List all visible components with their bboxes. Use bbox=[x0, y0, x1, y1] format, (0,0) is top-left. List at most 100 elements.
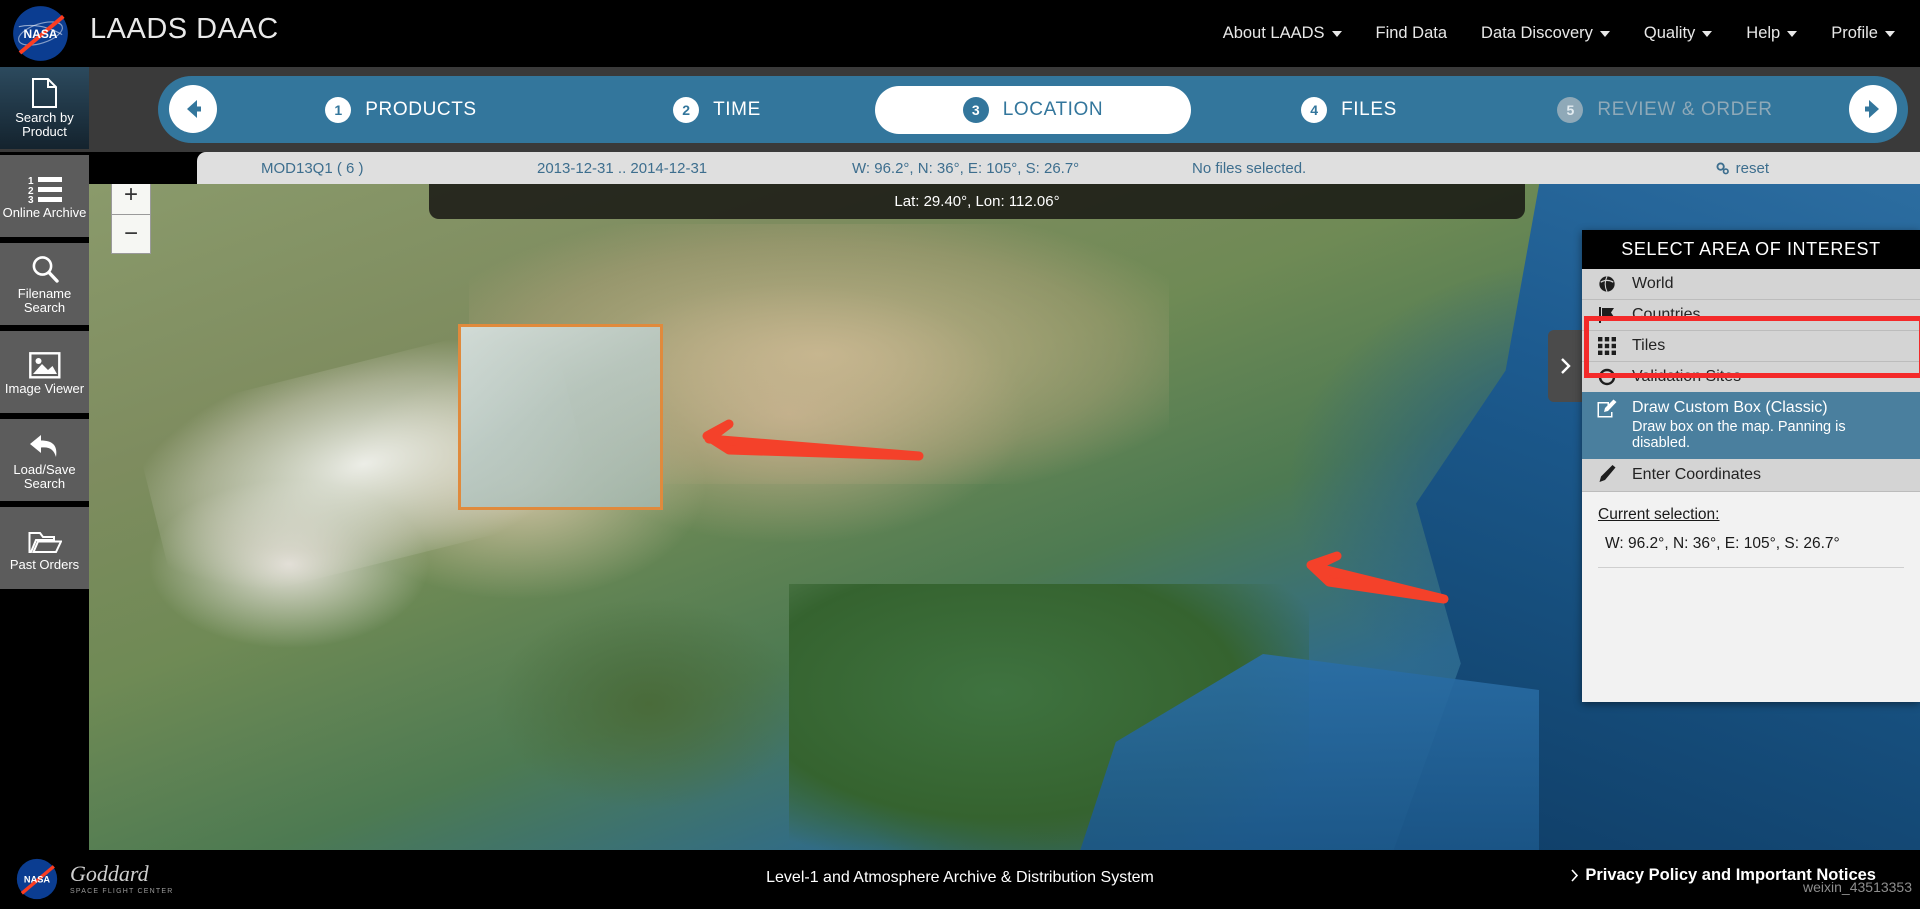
folder-open-icon bbox=[28, 525, 62, 555]
chevron-down-icon bbox=[1331, 30, 1342, 37]
zoom-in-button[interactable]: + bbox=[111, 184, 151, 214]
sidebar-item-online-archive[interactable]: 1 2 3 Online Archive bbox=[0, 155, 89, 237]
nav-label: Quality bbox=[1643, 24, 1696, 42]
step-number: 4 bbox=[1301, 96, 1328, 123]
wizard-steps: 1 PRODUCTS 2 TIME 3 LOCATION 4 FILES 5 R… bbox=[243, 76, 1823, 143]
chevron-down-icon bbox=[1787, 30, 1798, 37]
goddard-subtitle: SPACE FLIGHT CENTER bbox=[70, 888, 174, 895]
custom-aoi-box[interactable] bbox=[458, 324, 663, 510]
aoi-option-world[interactable]: World bbox=[1582, 269, 1920, 300]
nav-profile[interactable]: Profile bbox=[1814, 24, 1912, 43]
sidebar-item-filename-search[interactable]: Filename Search bbox=[0, 243, 89, 325]
sidebar-item-label: Filename Search bbox=[17, 285, 72, 315]
sidebar-item-label: Search by Product bbox=[15, 109, 74, 139]
nasa-meatball-logo[interactable]: NASA bbox=[12, 5, 69, 62]
chevron-right-icon bbox=[1561, 358, 1571, 374]
current-selection-value: W: 96.2°, N: 36°, E: 105°, S: 26.7° bbox=[1605, 535, 1840, 552]
summary-files[interactable]: No files selected. bbox=[1192, 160, 1306, 177]
pencil-square-icon bbox=[1596, 399, 1618, 426]
aoi-options-list: World Countries Tiles Validation Sites D… bbox=[1582, 269, 1920, 492]
sidebar-item-label: Load/Save Search bbox=[13, 461, 76, 491]
aoi-draw-title: Draw Custom Box (Classic) bbox=[1632, 399, 1828, 416]
sidebar-item-image-viewer[interactable]: Image Viewer bbox=[0, 331, 89, 413]
nav-quality[interactable]: Quality bbox=[1627, 24, 1729, 43]
wizard-forward-button[interactable] bbox=[1849, 85, 1897, 133]
sidebar-item-label: Online Archive bbox=[2, 204, 87, 220]
wizard-bar-background: 1 PRODUCTS 2 TIME 3 LOCATION 4 FILES 5 R… bbox=[0, 67, 1920, 152]
arrow-right-icon bbox=[1865, 100, 1879, 118]
grid-icon bbox=[1596, 337, 1618, 355]
summary-time[interactable]: 2013-12-31 .. 2014-12-31 bbox=[537, 160, 707, 177]
brand-title: LAADS DAAC bbox=[90, 13, 279, 45]
summary-product[interactable]: MOD13Q1 ( 6 ) bbox=[261, 160, 364, 177]
aoi-option-validation-sites-clipped[interactable]: Validation Sites bbox=[1582, 362, 1920, 392]
zoom-out-button[interactable]: − bbox=[111, 214, 151, 254]
step-number: 1 bbox=[325, 96, 352, 123]
nav-label: Help bbox=[1746, 24, 1781, 42]
aoi-option-validation-sites[interactable]: Validation Sites bbox=[1582, 362, 1920, 392]
reset-label: reset bbox=[1735, 159, 1769, 177]
map-zoom-controls: + − bbox=[111, 184, 151, 254]
sidebar-item-past-orders[interactable]: Past Orders bbox=[0, 507, 89, 589]
aoi-option-draw-custom-box[interactable]: Draw Custom Box (Classic) Draw box on th… bbox=[1582, 392, 1920, 459]
aoi-draw-text: Draw Custom Box (Classic) Draw box on th… bbox=[1632, 399, 1906, 451]
numbered-list-icon: 1 2 3 bbox=[28, 173, 62, 203]
selection-summary-bar: MOD13Q1 ( 6 ) 2013-12-31 .. 2014-12-31 W… bbox=[197, 152, 1920, 184]
chevron-down-icon bbox=[1599, 30, 1610, 37]
aoi-option-label: Enter Coordinates bbox=[1632, 466, 1761, 483]
summary-location[interactable]: W: 96.2°, N: 36°, E: 105°, S: 26.7° bbox=[852, 160, 1079, 177]
step-label: TIME bbox=[713, 98, 761, 120]
aoi-option-label: World bbox=[1632, 275, 1674, 292]
sidebar-item-label: Image Viewer bbox=[4, 380, 85, 396]
top-header: NASA LAADS DAAC About LAADS Find Data Da… bbox=[0, 0, 1920, 67]
picture-icon bbox=[28, 349, 61, 379]
arrow-left-icon bbox=[187, 100, 201, 118]
step-number: 5 bbox=[1557, 96, 1584, 123]
sidebar-item-load-save-search[interactable]: Load/Save Search bbox=[0, 419, 89, 501]
globe-icon bbox=[1596, 275, 1618, 293]
left-sidebar: Search by Product 1 2 3 Online Archive F… bbox=[0, 67, 89, 850]
wizard-step-review-order: 5 REVIEW & ORDER bbox=[1507, 87, 1823, 133]
svg-text:3: 3 bbox=[28, 195, 34, 203]
nav-find-data[interactable]: Find Data bbox=[1359, 24, 1465, 43]
aoi-option-label: Countries bbox=[1632, 306, 1701, 323]
step-number: 3 bbox=[962, 96, 989, 123]
step-label: PRODUCTS bbox=[365, 98, 477, 120]
undo-arrow-icon bbox=[28, 430, 62, 460]
aoi-panel-collapse-handle[interactable] bbox=[1548, 330, 1582, 402]
step-label: FILES bbox=[1341, 98, 1397, 120]
wizard-step-time[interactable]: 2 TIME bbox=[559, 87, 875, 133]
magnifier-icon bbox=[30, 254, 60, 284]
nav-about-laads[interactable]: About LAADS bbox=[1206, 24, 1359, 43]
circle-icon bbox=[1596, 368, 1618, 386]
wizard-back-button[interactable] bbox=[169, 85, 217, 133]
aoi-option-label: Tiles bbox=[1632, 337, 1666, 354]
wizard-step-products[interactable]: 1 PRODUCTS bbox=[243, 87, 559, 133]
step-label: LOCATION bbox=[1002, 98, 1104, 120]
aoi-option-tiles[interactable]: Tiles bbox=[1582, 331, 1920, 362]
wizard-step-location[interactable]: 3 LOCATION bbox=[875, 85, 1191, 134]
watermark-text: weixin_43513353 bbox=[1803, 879, 1912, 895]
gears-icon bbox=[1716, 161, 1729, 174]
aoi-panel-title: SELECT AREA OF INTEREST bbox=[1582, 230, 1920, 269]
aoi-box-fill bbox=[461, 327, 660, 507]
aoi-draw-subtitle: Draw box on the map. Panning is disabled… bbox=[1632, 419, 1846, 451]
main-nav: About LAADS Find Data Data Discovery Qua… bbox=[1206, 0, 1912, 67]
nav-help[interactable]: Help bbox=[1729, 24, 1814, 43]
cursor-coordinate-readout: Lat: 29.40°, Lon: 112.06° bbox=[429, 184, 1525, 219]
aoi-option-enter-coordinates[interactable]: Enter Coordinates bbox=[1582, 459, 1920, 492]
current-selection-label: Current selection: bbox=[1598, 506, 1720, 523]
divider bbox=[1598, 567, 1904, 568]
reset-button[interactable]: reset bbox=[1715, 160, 1769, 177]
wizard-step-bar: 1 PRODUCTS 2 TIME 3 LOCATION 4 FILES 5 R… bbox=[158, 76, 1908, 143]
nav-label: Find Data bbox=[1375, 24, 1448, 42]
sidebar-item-search-by-product[interactable]: Search by Product bbox=[0, 67, 89, 149]
pencil-icon bbox=[1596, 465, 1618, 485]
page-footer: NASA Goddard SPACE FLIGHT CENTER Level-1… bbox=[0, 850, 1920, 909]
nav-label: About LAADS bbox=[1222, 24, 1325, 42]
aoi-current-selection-section: Current selection: W: 96.2°, N: 36°, E: … bbox=[1582, 492, 1920, 702]
aoi-option-countries[interactable]: Countries bbox=[1582, 300, 1920, 331]
nav-data-discovery[interactable]: Data Discovery bbox=[1464, 24, 1627, 43]
nav-label: Data Discovery bbox=[1481, 24, 1593, 42]
wizard-step-files[interactable]: 4 FILES bbox=[1191, 87, 1507, 133]
